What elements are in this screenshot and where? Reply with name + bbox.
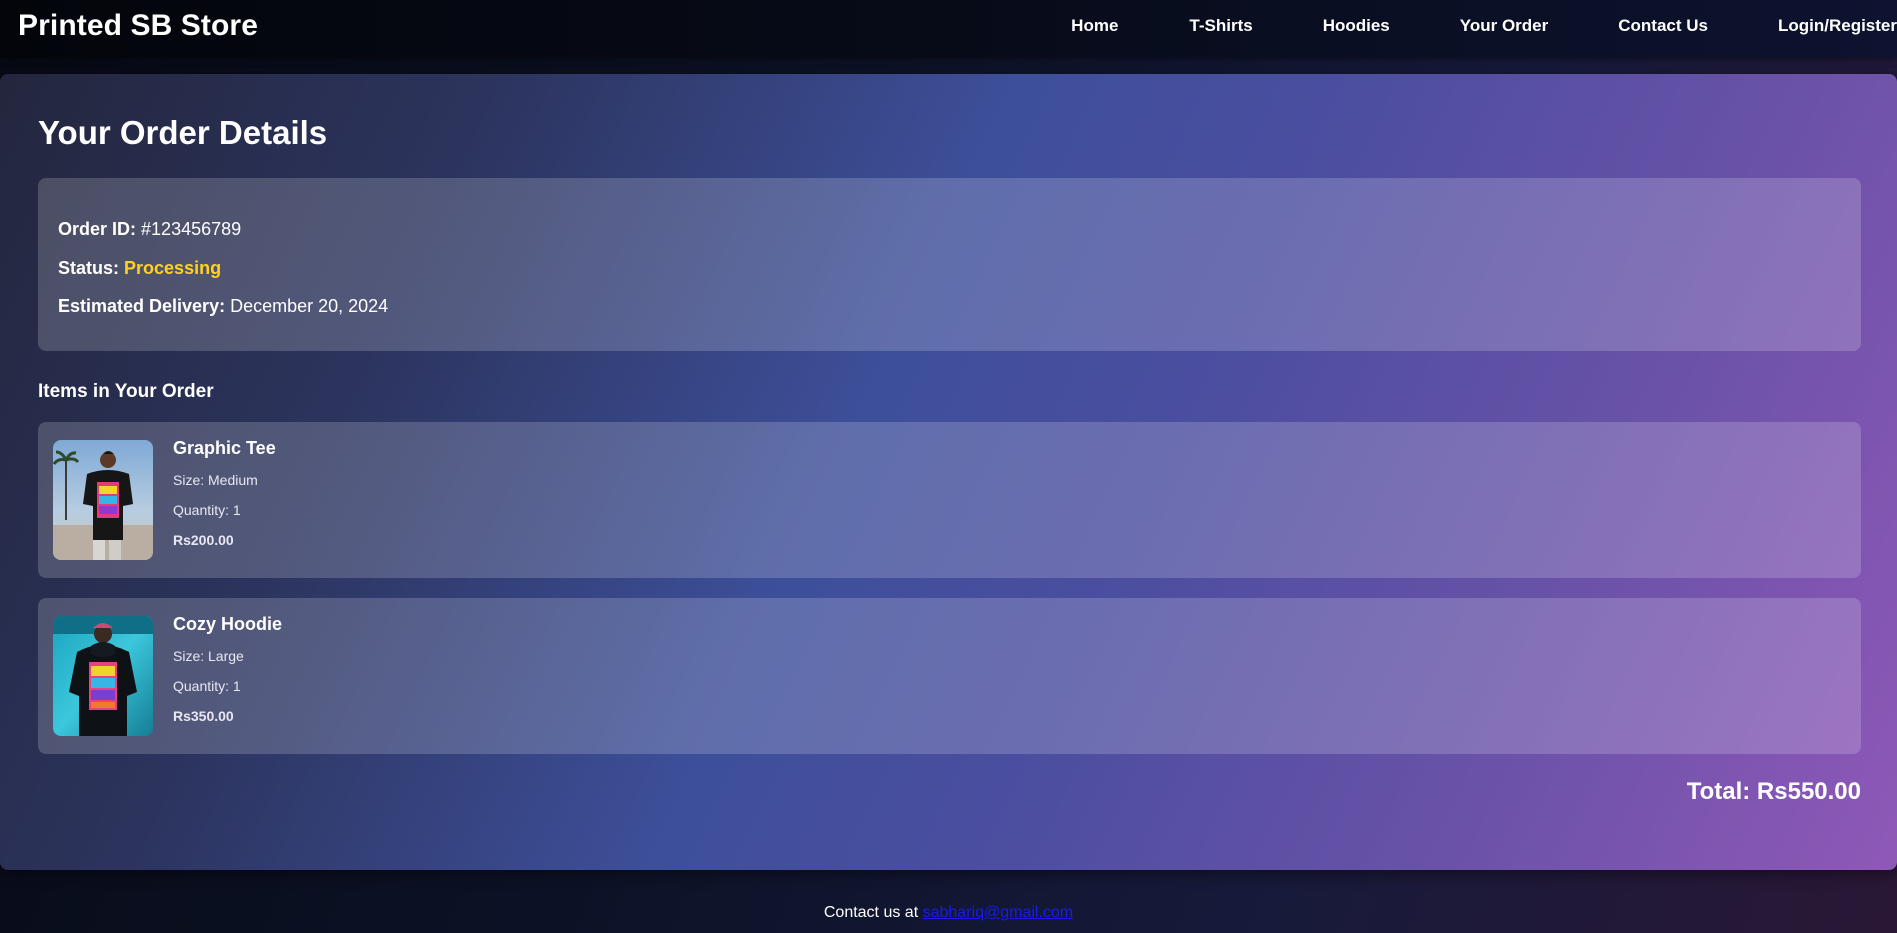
footer-contact-text: Contact us at <box>823 904 919 921</box>
item-size: Size: Large <box>173 648 244 664</box>
order-total: Total: Rs550.00 <box>1686 778 1861 805</box>
top-navbar: Printed SB Store Home T-Shirts Hoodies Y… <box>0 0 1897 57</box>
nav-hoodies[interactable]: Hoodies <box>1323 16 1390 36</box>
order-delivery-row: Estimated Delivery: December 20, 2024 <box>58 296 388 317</box>
product-image-graphic-tee <box>53 440 153 560</box>
item-name: Graphic Tee <box>173 438 276 458</box>
nav-contact-us[interactable]: Contact Us <box>1618 16 1708 36</box>
order-details-panel: Your Order Details Order ID: #123456789 … <box>0 74 1897 870</box>
item-name: Cozy Hoodie <box>173 614 283 634</box>
order-id-label: Order ID: <box>58 219 137 239</box>
item-price: Rs350.00 <box>173 708 234 724</box>
order-status-value: Processing <box>124 258 222 278</box>
main-nav: Home T-Shirts Hoodies Your Order Contact… <box>1071 0 1897 52</box>
store-logo-text[interactable]: Printed SB Store <box>18 9 258 43</box>
delivery-label: Estimated Delivery: <box>58 296 226 316</box>
order-summary-box: Order ID: #123456789 Status: Processing … <box>38 178 1861 351</box>
order-status-row: Status: Processing <box>58 258 221 279</box>
footer-email-link[interactable]: sabhariq@gmail.com <box>923 904 1074 921</box>
delivery-value: December 20, 2024 <box>230 296 389 316</box>
nav-login-register[interactable]: Login/Register <box>1778 16 1897 36</box>
nav-tshirts[interactable]: T-Shirts <box>1189 16 1252 36</box>
item-size: Size: Medium <box>173 472 258 488</box>
nav-your-order[interactable]: Your Order <box>1460 16 1548 36</box>
item-price: Rs200.00 <box>173 532 234 548</box>
product-photo <box>53 616 153 736</box>
page-title: Your Order Details <box>38 114 328 151</box>
order-item-card: Cozy Hoodie Size: Large Quantity: 1 Rs35… <box>38 598 1861 754</box>
item-quantity: Quantity: 1 <box>173 678 241 694</box>
order-status-label: Status: <box>58 258 120 278</box>
items-heading: Items in Your Order <box>38 381 214 402</box>
product-photo <box>53 440 153 560</box>
order-id-row: Order ID: #123456789 <box>58 219 241 240</box>
order-item-card: Graphic Tee Size: Medium Quantity: 1 Rs2… <box>38 422 1861 578</box>
item-quantity: Quantity: 1 <box>173 502 241 518</box>
nav-home[interactable]: Home <box>1071 16 1118 36</box>
product-image-cozy-hoodie <box>53 616 153 736</box>
page-footer: Contact us at sabhariq@gmail.com <box>0 904 1897 922</box>
order-id-value: #123456789 <box>141 219 242 239</box>
